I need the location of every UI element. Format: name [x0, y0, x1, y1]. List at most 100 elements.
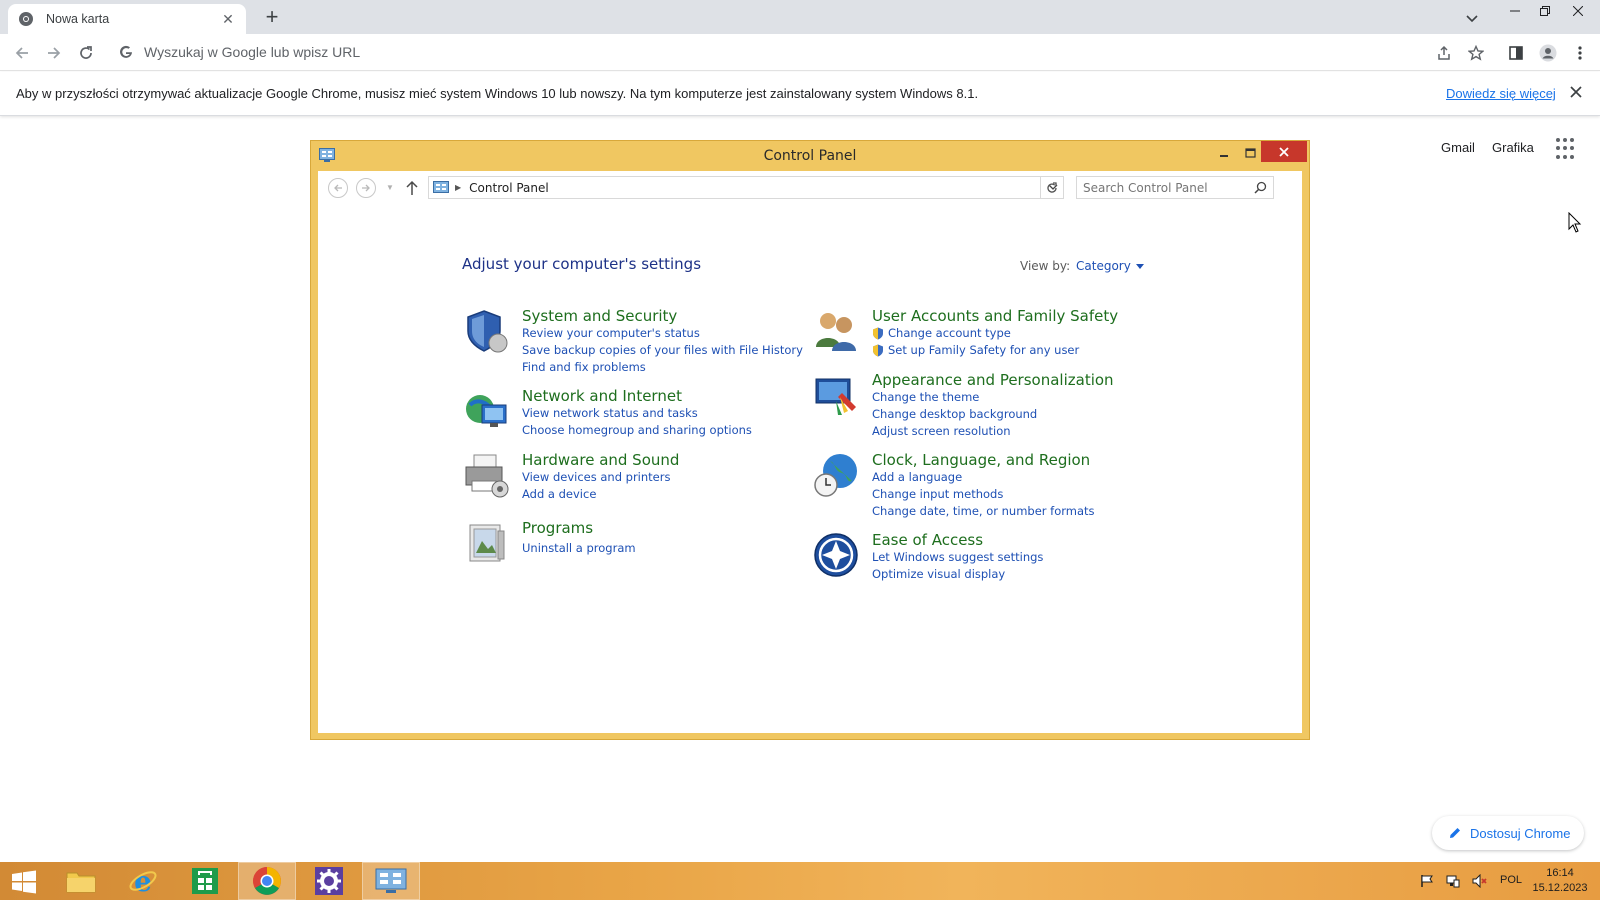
category-link[interactable]: Change input methods — [872, 487, 1003, 501]
category-link[interactable]: Change desktop background — [872, 407, 1037, 421]
maximize-icon — [1244, 148, 1256, 158]
google-apps-icon[interactable] — [1556, 138, 1578, 160]
category-ease-of-access: Ease of Access Let Windows suggest setti… — [812, 531, 1142, 585]
volume-muted-icon[interactable] — [1472, 874, 1488, 888]
chrome-menu-button[interactable] — [1568, 41, 1592, 65]
recent-locations-dropdown-icon[interactable]: ▼ — [386, 183, 394, 192]
browser-restore-button[interactable] — [1530, 0, 1560, 22]
category-title[interactable]: Network and Internet — [522, 387, 682, 405]
profile-button[interactable] — [1536, 41, 1560, 65]
ease-of-access-icon — [814, 533, 858, 577]
category-title[interactable]: System and Security — [522, 307, 677, 325]
input-language-indicator[interactable]: POL — [1500, 874, 1522, 886]
back-button[interactable] — [10, 41, 34, 65]
page-heading: Adjust your computer's settings — [462, 255, 702, 273]
category-title[interactable]: Ease of Access — [872, 531, 983, 549]
action-center-flag-icon[interactable] — [1420, 874, 1434, 888]
infobar-learn-more-link[interactable]: Dowiedz się więcej — [1446, 86, 1556, 101]
tab-close-icon[interactable]: ✕ — [220, 11, 236, 27]
taskbar-chrome[interactable] — [238, 862, 296, 900]
tab-new-tab[interactable]: Nowa karta ✕ — [8, 4, 246, 34]
cp-back-button[interactable] — [328, 178, 348, 198]
category-link[interactable]: Change date, time, or number formats — [872, 504, 1095, 518]
taskbar-control-panel[interactable] — [362, 862, 420, 900]
browser-close-button[interactable] — [1563, 0, 1593, 22]
category-link-text[interactable]: Set up Family Safety for any user — [888, 343, 1079, 357]
side-panel-button[interactable] — [1504, 41, 1528, 65]
category-link[interactable]: View network status and tasks — [522, 406, 698, 420]
cp-search-input[interactable] — [1083, 180, 1243, 195]
taskbar-internet-explorer[interactable]: e — [114, 862, 172, 900]
search-icon[interactable] — [1254, 181, 1267, 194]
category-title[interactable]: Hardware and Sound — [522, 451, 679, 469]
category-link[interactable]: Add a device — [522, 487, 596, 501]
browser-minimize-button[interactable] — [1500, 0, 1530, 22]
category-link[interactable]: Review your computer's status — [522, 326, 700, 340]
control-panel-titlebar[interactable]: Control Panel — [311, 141, 1309, 171]
bookmark-button[interactable] — [1464, 41, 1488, 65]
taskbar-clock[interactable]: 16:14 15.12.2023 — [1528, 866, 1592, 896]
windows-start-icon[interactable] — [8, 870, 40, 894]
infobar-close-icon[interactable] — [1568, 84, 1584, 100]
customize-chrome-button[interactable]: Dostosuj Chrome — [1432, 816, 1584, 850]
reload-button[interactable] — [74, 41, 98, 65]
category-link[interactable]: Change the theme — [872, 390, 979, 404]
taskbar-settings[interactable] — [300, 862, 358, 900]
view-by-dropdown[interactable]: Category — [1076, 259, 1144, 273]
category-title[interactable]: User Accounts and Family Safety — [872, 307, 1118, 325]
category-hardware-and-sound: Hardware and Sound View devices and prin… — [462, 451, 782, 503]
new-tab-button[interactable]: + — [260, 6, 284, 30]
category-link[interactable]: Adjust screen resolution — [872, 424, 1011, 438]
svg-text:e: e — [134, 866, 152, 896]
category-system-and-security: System and Security Review your computer… — [462, 307, 803, 377]
taskbar-file-explorer[interactable] — [52, 862, 110, 900]
category-link[interactable]: Add a language — [872, 470, 962, 484]
cp-refresh-button[interactable] — [1040, 176, 1064, 199]
clock-date: 15.12.2023 — [1532, 882, 1588, 894]
share-button[interactable] — [1432, 41, 1456, 65]
cp-maximize-button[interactable] — [1237, 143, 1263, 163]
category-link[interactable]: Set up Family Safety for any user — [872, 343, 1079, 357]
control-panel-content: ▼ ▶ Control Panel Adjust your computer — [318, 171, 1302, 733]
forward-button[interactable] — [42, 41, 66, 65]
category-link[interactable]: Find and fix problems — [522, 360, 646, 374]
cp-address-bar[interactable]: ▶ Control Panel — [428, 176, 1064, 199]
category-title[interactable]: Clock, Language, and Region — [872, 451, 1090, 469]
category-link[interactable]: Let Windows suggest settings — [872, 550, 1043, 564]
category-title[interactable]: Appearance and Personalization — [872, 371, 1114, 389]
cp-close-button[interactable] — [1261, 141, 1307, 162]
category-link[interactable]: Uninstall a program — [522, 541, 636, 555]
network-icon[interactable] — [1446, 874, 1460, 888]
cp-minimize-button[interactable] — [1211, 143, 1237, 163]
cp-forward-button[interactable] — [356, 178, 376, 198]
gear-icon — [315, 867, 343, 895]
chrome-icon — [253, 867, 281, 895]
shield-icon — [467, 310, 508, 353]
category-network-and-internet: Network and Internet View network status… — [462, 387, 782, 439]
gmail-link[interactable]: Gmail — [1441, 140, 1475, 155]
category-appearance: Appearance and Personalization Change th… — [812, 371, 1142, 441]
category-clock-language-region: Clock, Language, and Region Add a langua… — [812, 451, 1142, 521]
dropdown-arrow-icon — [1135, 263, 1144, 269]
uac-shield-icon — [873, 327, 883, 339]
up-arrow-icon[interactable] — [404, 179, 420, 197]
breadcrumb-separator-icon[interactable]: ▶ — [455, 183, 461, 192]
category-link[interactable]: Optimize visual display — [872, 567, 1005, 581]
category-link[interactable]: Save backup copies of your files with Fi… — [522, 343, 803, 357]
category-link-text[interactable]: Change account type — [888, 326, 1011, 340]
cp-search-box[interactable] — [1076, 176, 1274, 199]
windows-taskbar: e POL 16:14 15.12.2023 — [0, 862, 1600, 900]
taskbar-store[interactable] — [176, 862, 234, 900]
folder-icon — [66, 872, 96, 893]
category-link[interactable]: Change account type — [872, 326, 1011, 340]
omnibox-placeholder[interactable]: Wyszukaj w Google lub wpisz URL — [144, 44, 360, 60]
images-link[interactable]: Grafika — [1492, 140, 1534, 155]
tab-search-chevron-icon[interactable] — [1462, 8, 1482, 28]
category-link[interactable]: Choose homegroup and sharing options — [522, 423, 752, 437]
category-title[interactable]: Programs — [522, 519, 593, 537]
breadcrumb-control-panel[interactable]: Control Panel — [469, 181, 549, 195]
category-link[interactable]: View devices and printers — [522, 470, 670, 484]
omnibox[interactable]: Wyszukaj w Google lub wpisz URL — [110, 37, 1490, 67]
view-by-label: View by: — [1020, 259, 1071, 273]
cp-navigation-bar: ▼ ▶ Control Panel — [318, 171, 1302, 203]
